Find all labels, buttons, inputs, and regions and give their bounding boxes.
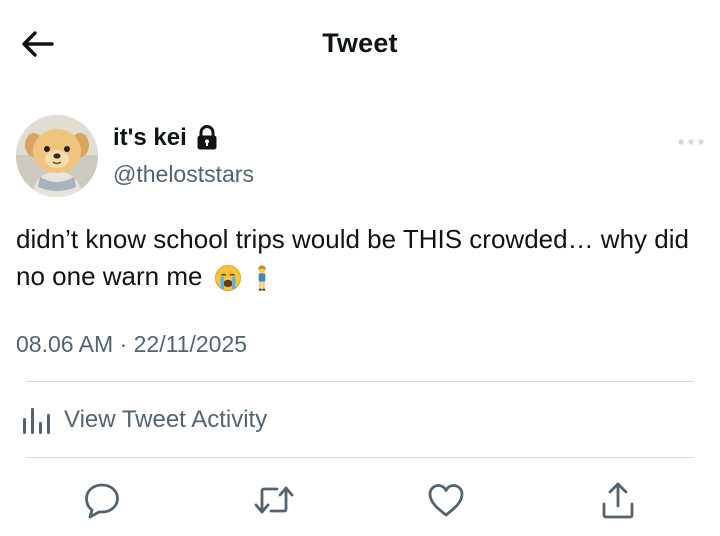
bar-chart-icon [23,408,50,434]
more-options-button[interactable] [676,132,706,152]
share-icon [602,482,634,519]
reply-button[interactable] [80,478,124,522]
tweet-timestamp[interactable]: 08.06 AM · 22/11/2025 [16,331,247,358]
tweet-text: didn’t know school trips would be THIS c… [16,224,689,291]
top-bar: Tweet [0,0,720,90]
tweet-body: didn’t know school trips would be THIS c… [16,221,706,295]
more-icon [678,139,704,145]
activity-label[interactable]: View Tweet Activity [64,406,267,434]
page-title: Tweet [322,28,398,58]
share-button[interactable] [596,478,640,522]
heart-icon [428,484,464,517]
retweet-button[interactable] [252,478,296,522]
comment-icon [85,483,119,519]
standing-woman-icon [258,265,266,291]
divider [26,381,694,382]
author-name-row[interactable]: it's kei [113,124,219,152]
divider [26,457,694,458]
lock-icon [197,125,217,150]
view-tweet-activity-link[interactable]: View Tweet Activity [20,398,267,442]
avatar-image [16,115,98,197]
tweet-actions [0,478,720,522]
display-name[interactable]: it's kei [113,124,187,152]
user-handle[interactable]: @theloststars [113,161,254,188]
avatar[interactable] [16,115,98,197]
retweet-icon [254,486,294,514]
loudly-crying-face-icon [214,265,241,292]
like-button[interactable] [424,478,468,522]
